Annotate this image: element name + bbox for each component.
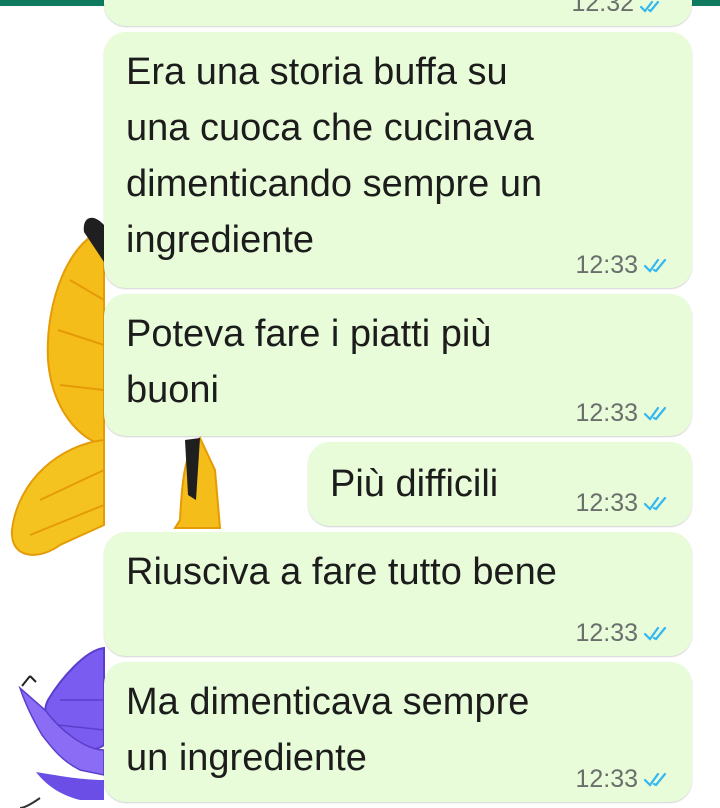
- message-meta: 12:33: [575, 489, 672, 518]
- double-check-read-icon: [644, 406, 667, 421]
- message-bubble[interactable]: Era una storia buffa su una cuoca che cu…: [104, 32, 692, 288]
- message-text: Ma dimenticava sempre un ingrediente: [126, 681, 530, 779]
- message-meta: 12:33: [575, 399, 672, 428]
- message-time: 12:32: [571, 0, 634, 17]
- previous-message-bubble[interactable]: 12:32: [104, 0, 692, 26]
- double-check-read-icon: [644, 626, 667, 641]
- message-time: 12:33: [575, 399, 638, 427]
- double-check-read-icon: [644, 772, 667, 787]
- message-text: Poteva fare i piatti più buoni: [126, 313, 492, 411]
- double-check-read-icon: [640, 0, 660, 13]
- message-meta: 12:33: [575, 619, 672, 648]
- message-time: 12:33: [575, 619, 638, 647]
- butterfly-purple-icon: [18, 646, 105, 808]
- message-bubble[interactable]: Ma dimenticava sempre un ingrediente 12:…: [104, 662, 692, 802]
- message-meta: 12:33: [575, 251, 672, 280]
- message-bubble[interactable]: Riusciva a fare tutto bene 12:33: [104, 532, 692, 656]
- message-bubble[interactable]: Poteva fare i piatti più buoni 12:33: [104, 294, 692, 436]
- message-text: Riusciva a fare tutto bene: [126, 551, 557, 593]
- message-bubble[interactable]: Più difficili 12:33: [308, 442, 692, 526]
- message-text: Più difficili: [330, 463, 499, 505]
- message-time: 12:33: [575, 251, 638, 279]
- message-text: Era una storia buffa su una cuoca che cu…: [126, 51, 543, 261]
- message-meta: 12:33: [575, 765, 672, 794]
- message-time: 12:33: [575, 489, 638, 517]
- message-time: 12:33: [575, 765, 638, 793]
- double-check-read-icon: [644, 258, 667, 273]
- double-check-read-icon: [644, 496, 667, 511]
